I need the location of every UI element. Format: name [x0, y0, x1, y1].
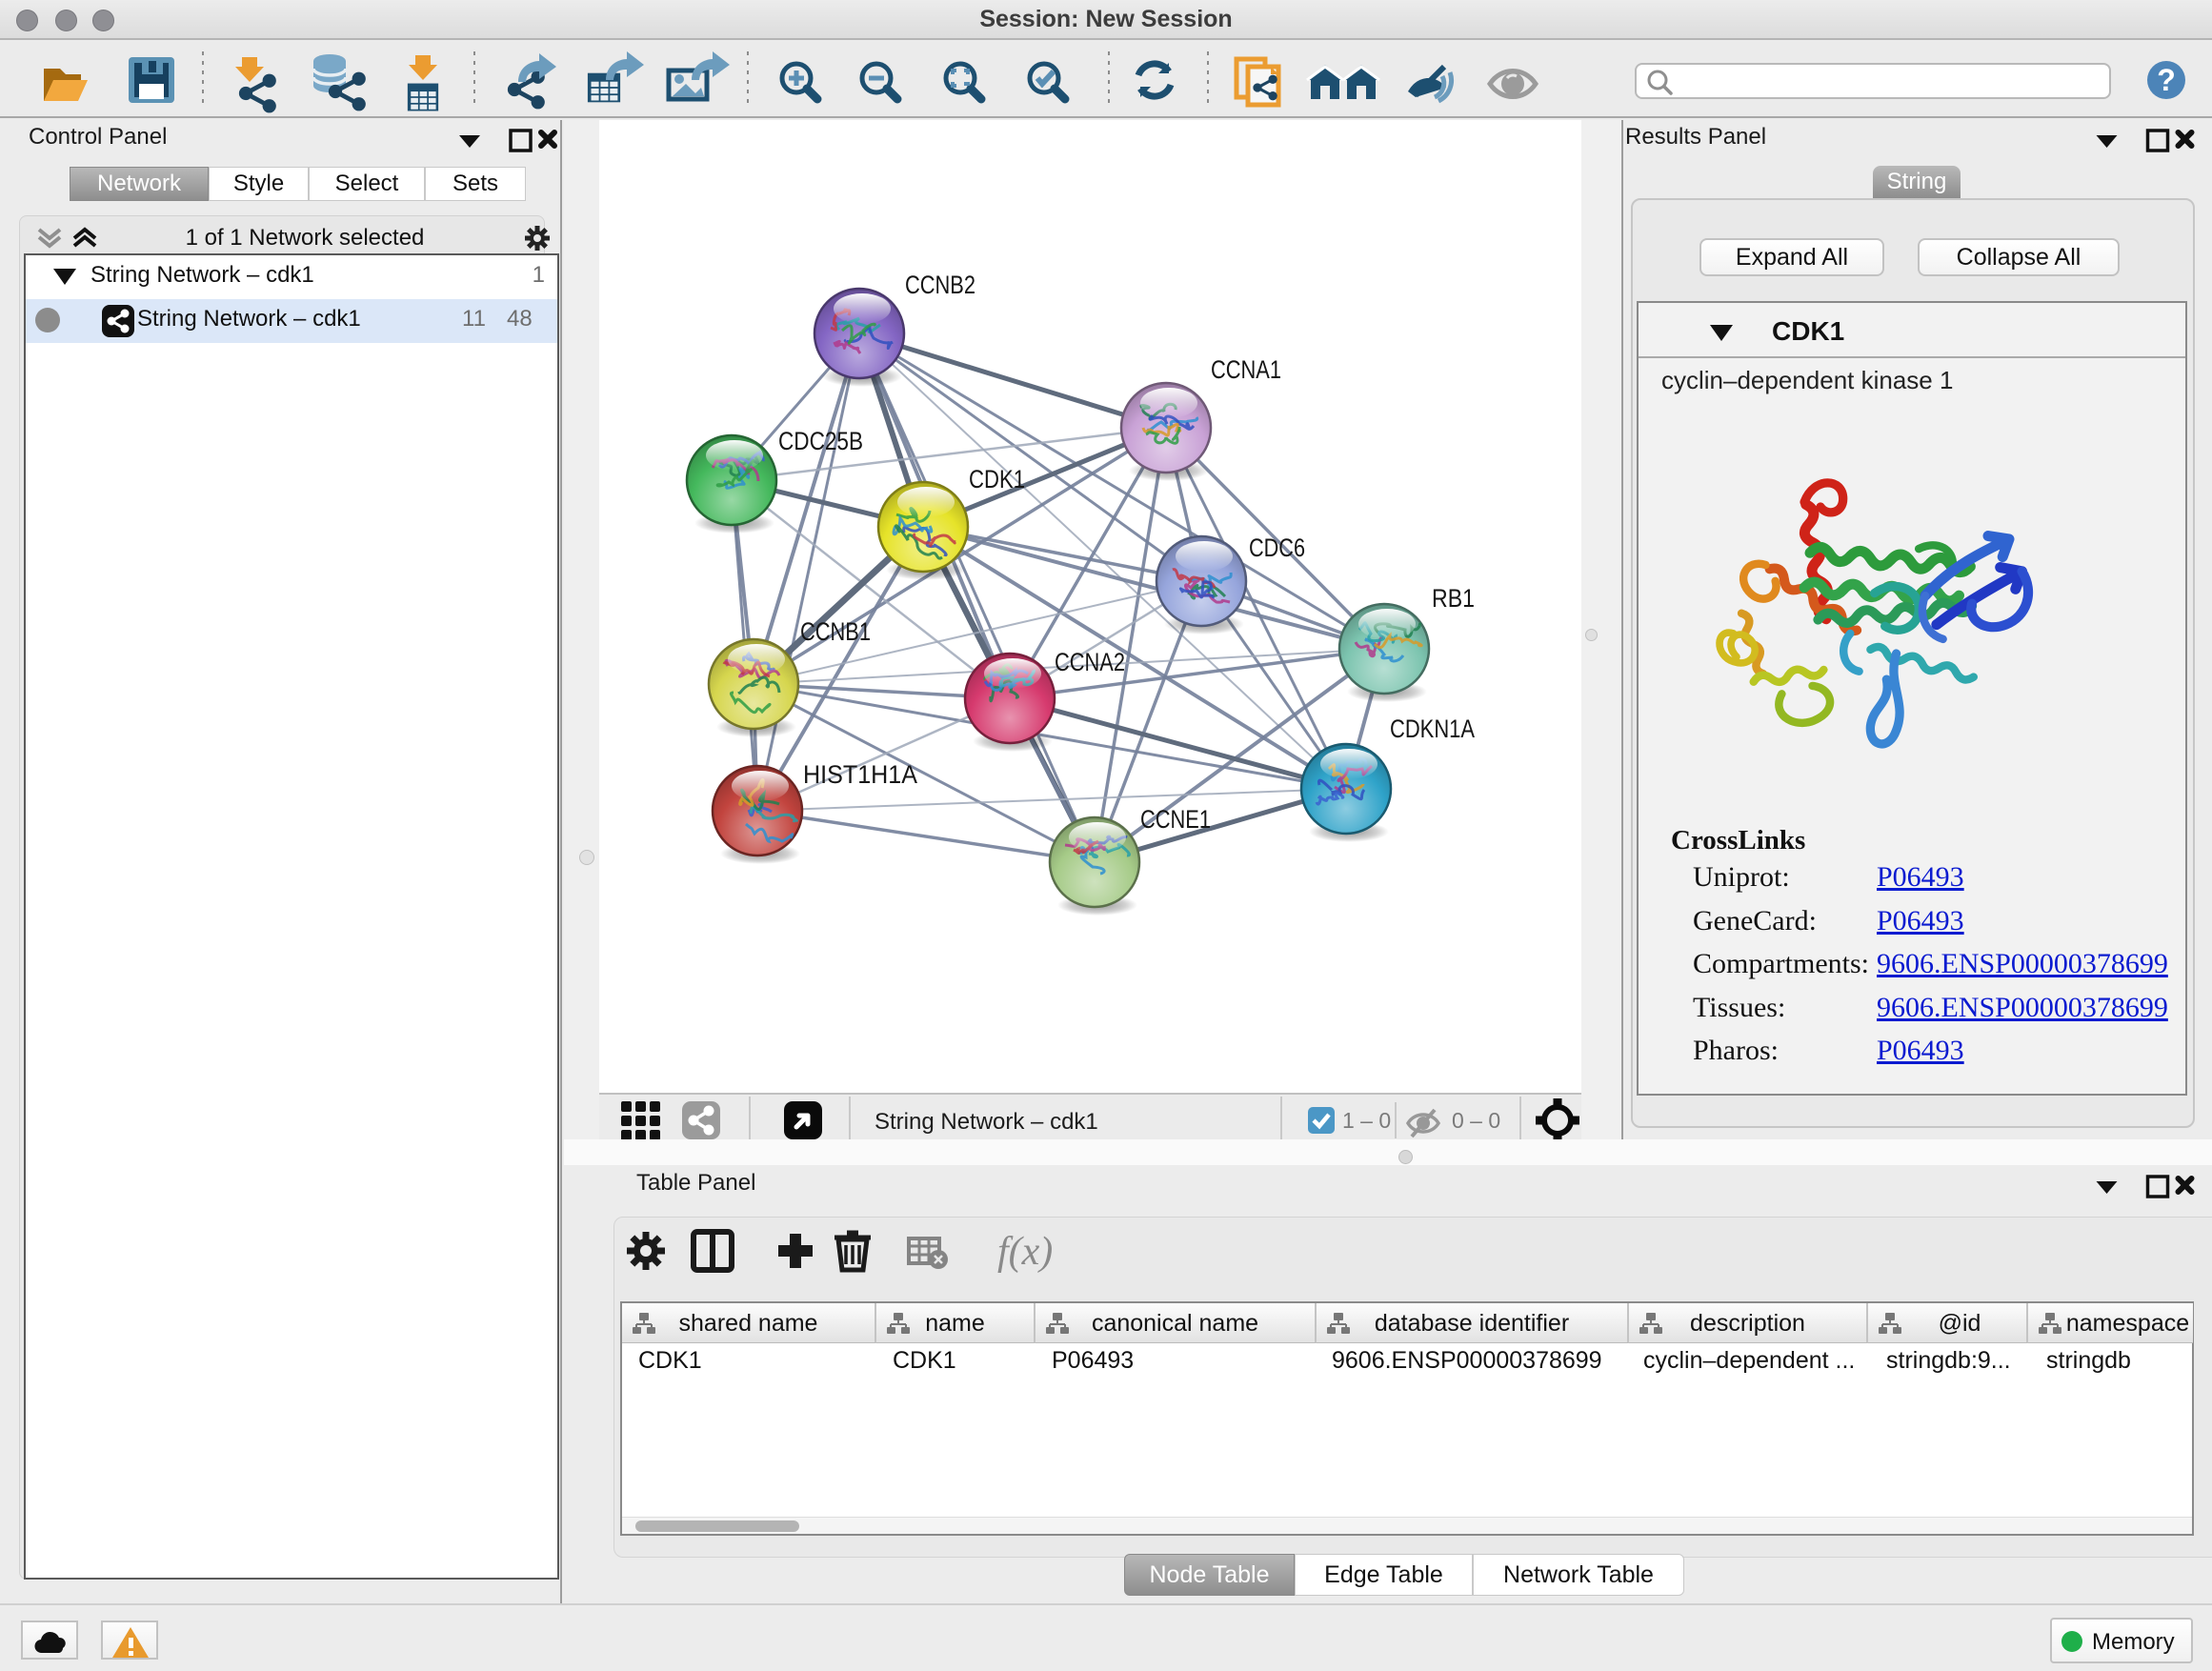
svg-text:CDKN1A: CDKN1A	[1390, 715, 1475, 743]
svg-text:CCNE1: CCNE1	[1140, 805, 1211, 834]
svg-text:f(x): f(x)	[997, 1230, 1053, 1274]
svg-text:CDK1: CDK1	[969, 465, 1025, 493]
svg-text:HIST1H1A: HIST1H1A	[803, 760, 917, 789]
svg-text:?: ?	[2157, 63, 2176, 97]
svg-text:CCNA2: CCNA2	[1055, 648, 1125, 676]
svg-text:String Network – cdk1: String Network – cdk1	[875, 1109, 1098, 1135]
svg-text:CCNB1: CCNB1	[800, 617, 871, 646]
svg-text:1 – 0: 1 – 0	[1342, 1108, 1391, 1133]
svg-text:CCNA1: CCNA1	[1211, 355, 1281, 384]
svg-text:CDC25B: CDC25B	[778, 427, 863, 455]
svg-text:CDC6: CDC6	[1249, 534, 1305, 562]
svg-text:RB1: RB1	[1432, 584, 1475, 613]
svg-text:0 – 0: 0 – 0	[1452, 1108, 1500, 1133]
svg-text:CCNB2: CCNB2	[905, 271, 975, 299]
